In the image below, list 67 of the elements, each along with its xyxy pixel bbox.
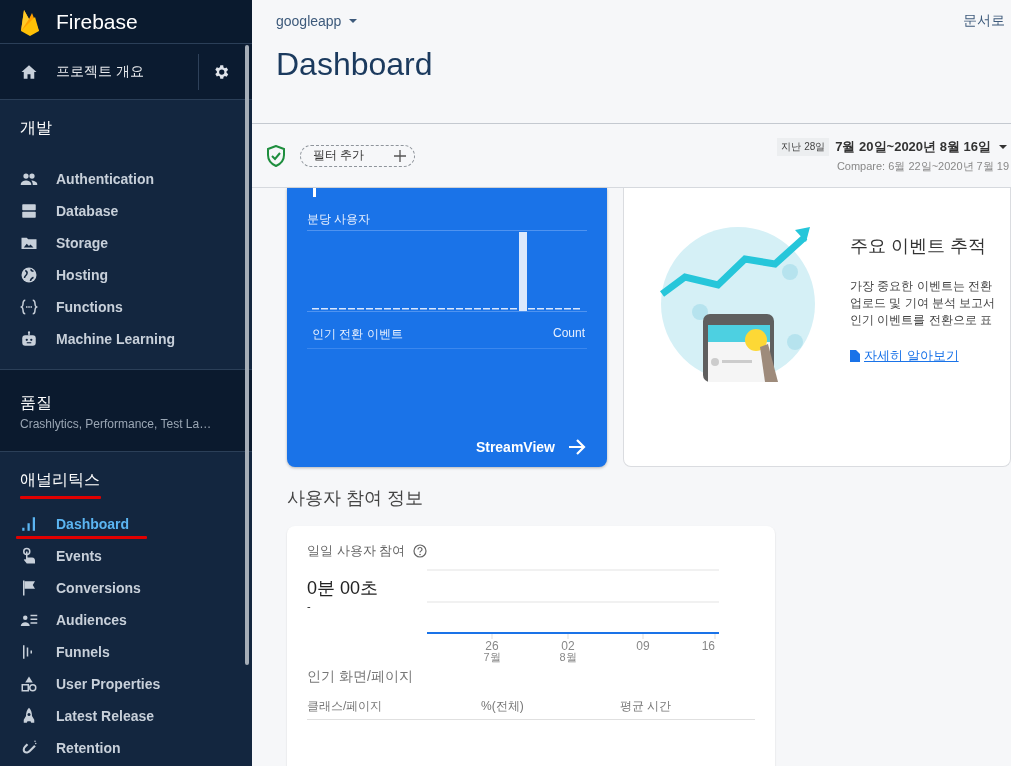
nav-item[interactable]: Machine Learning (0, 323, 252, 355)
brand-name: Firebase (56, 9, 138, 34)
shapes-icon (20, 675, 38, 693)
chart-title: 분당 사용자 (307, 211, 371, 228)
help-icon[interactable] (413, 544, 428, 558)
nav-item[interactable]: User Properties (0, 668, 252, 700)
card-title: 주요 이벤트 추적 (850, 235, 986, 258)
server-icon (20, 202, 38, 220)
globe-icon (20, 266, 38, 284)
compare-range: Compare: 6월 22일~2020년 7월 19 (836, 158, 1009, 174)
magnet-icon (20, 739, 38, 757)
preset-badge: 지난 28일 (777, 137, 830, 156)
project-selector[interactable]: googleapp (276, 13, 360, 29)
nav-item[interactable]: Latest Release (0, 700, 252, 732)
nav-item[interactable]: Storage (0, 227, 252, 259)
axis-label: 8월 (559, 651, 577, 663)
plus-icon (394, 149, 407, 162)
date-range-selector[interactable]: 7월 20일~2020년 8월 16일 (835, 137, 1009, 156)
section-title: 개발 (19, 118, 52, 138)
nav-item[interactable]: Functions (0, 291, 252, 323)
description-text: 업로드 및 기여 분석 보고서 (850, 295, 996, 312)
axis-label: 09 (636, 639, 650, 653)
braces-icon (20, 298, 38, 316)
scrollbar-thumb[interactable] (245, 45, 249, 665)
column-header: 평균 시간 (620, 698, 673, 715)
nav-item[interactable]: Hosting (0, 259, 252, 291)
nav-item[interactable]: Database (0, 195, 252, 227)
hand-pointer-icon (20, 547, 38, 565)
learn-more-link[interactable]: 자세히 알아보기 (850, 347, 959, 365)
axis-label: 16 (701, 639, 715, 653)
project-overview-link[interactable]: 프로젝트 개요 (56, 62, 198, 81)
description-text: 가장 중요한 이벤트는 전환 (850, 278, 992, 295)
column-header: %(전체) (481, 698, 525, 715)
shield-check-icon (266, 144, 286, 167)
nav-item[interactable]: Dashboard (0, 508, 252, 540)
settings-icon[interactable] (212, 62, 230, 81)
metric-value: 0분 00초 (307, 577, 379, 600)
nav-item[interactable]: Funnels (0, 636, 252, 668)
card-title: 일일 사용자 참여 (307, 542, 406, 560)
column-header: Count (552, 326, 585, 342)
document-icon (850, 350, 860, 362)
bar-chart-icon (20, 515, 38, 533)
section-heading: 사용자 참여 정보 (287, 487, 423, 510)
section-subtitle: Crashlytics, Performance, Test La… (19, 416, 212, 431)
description-text: 인기 이벤트를 전환으로 표 (850, 312, 992, 329)
nav-item[interactable]: Conversions (0, 572, 252, 604)
people-icon (20, 170, 38, 188)
flag-icon (20, 579, 38, 597)
section-title[interactable]: 품질 (0, 392, 52, 415)
page-title: Dashboard (276, 46, 433, 84)
streamview-link[interactable]: StreamView (475, 437, 587, 457)
arrow-icon (567, 437, 587, 457)
axis-label: 02 (561, 639, 575, 653)
nav-item[interactable]: Audiences (0, 604, 252, 636)
robot-icon (20, 330, 38, 348)
axis-tick (313, 188, 316, 197)
nav-item[interactable]: Retention (0, 732, 252, 764)
column-header: 인기 전환 이벤트 (312, 326, 403, 343)
docs-link[interactable]: 문서로 (963, 12, 1005, 30)
nav-item[interactable]: Authentication (0, 163, 252, 195)
metric-change: - (307, 600, 311, 612)
nav-item[interactable]: Events (0, 540, 252, 572)
axis-label: 7월 (483, 651, 501, 663)
axis-label: 26 (485, 639, 499, 653)
section-subtitle: 인기 화면/페이지 (307, 668, 413, 686)
section-title: 애널리틱스 (19, 470, 100, 490)
column-header: 클래스/페이지 (307, 698, 384, 715)
